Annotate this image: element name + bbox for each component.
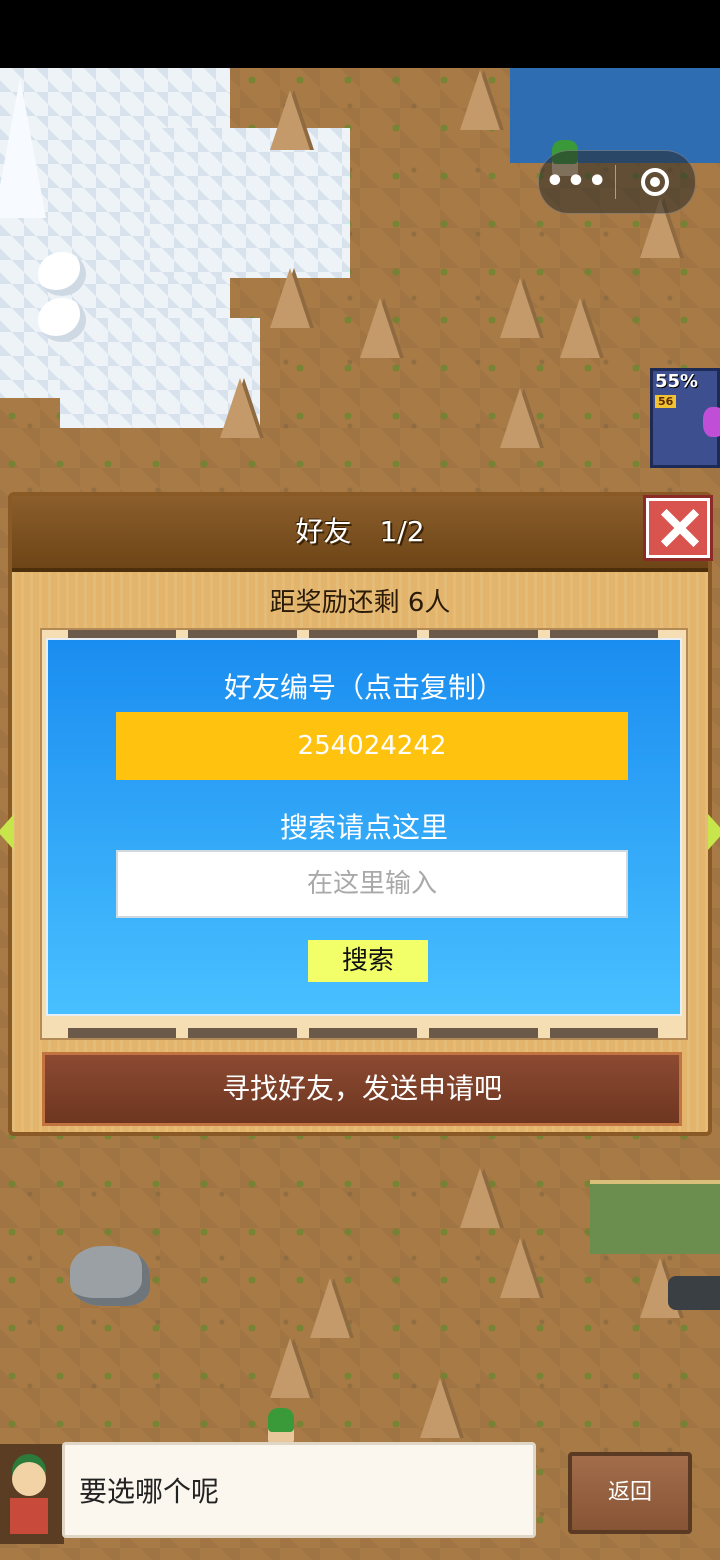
rock-spire (460, 70, 500, 130)
side-widget-percent: 55% (655, 371, 699, 392)
side-tab[interactable] (668, 1276, 720, 1310)
snow-field (150, 128, 350, 278)
prev-page-arrow-icon[interactable] (0, 814, 14, 850)
rock-spire (310, 1278, 350, 1338)
gem-icon (703, 407, 720, 437)
speech-bubble: 要选哪个呢 (62, 1442, 536, 1538)
explorer-sprite[interactable] (268, 1408, 294, 1444)
advisor-avatar (0, 1444, 64, 1544)
rock-spire (560, 298, 600, 358)
find-friends-button[interactable]: 寻找好友，发送申请吧 (42, 1052, 682, 1126)
sea-water (510, 68, 720, 163)
snow-bush (38, 252, 86, 296)
status-bar (0, 0, 720, 68)
reward-remaining-text: 距奖励还剩 6人 (269, 588, 451, 618)
close-mini-program-button[interactable] (616, 168, 694, 196)
friend-panel-frame: 好友编号（点击复制） 254024242 搜索请点这里 搜索 (40, 628, 688, 1040)
rock-spire (270, 90, 310, 150)
rock-spire (270, 1338, 310, 1398)
snow-bush (38, 298, 86, 342)
close-icon[interactable] (646, 498, 710, 558)
panel-rail-bottom (68, 1028, 659, 1038)
avatar-body (10, 1498, 48, 1534)
rock-spire (360, 298, 400, 358)
rock-spire (460, 1168, 500, 1228)
grey-boulder (70, 1246, 150, 1306)
friend-id-copy-button[interactable]: 254024242 (116, 712, 628, 780)
village-building[interactable] (590, 1180, 720, 1254)
rock-spire (500, 1238, 540, 1298)
rock-spire (270, 268, 310, 328)
search-input[interactable] (116, 850, 628, 918)
dialog-title: 好友 1/2 (295, 515, 425, 548)
back-button[interactable]: 返回 (568, 1452, 692, 1534)
target-circle-icon (641, 168, 669, 196)
rock-spire (500, 388, 540, 448)
snowy-pine-tree (0, 78, 46, 218)
search-button[interactable]: 搜索 (308, 940, 428, 982)
more-dots-icon[interactable]: ••• (539, 151, 615, 213)
friends-dialog: 好友 1/2 距奖励还剩 6人 好友编号（点击复制） 254024242 搜索请… (0, 492, 720, 1136)
rock-spire (420, 1378, 460, 1438)
avatar-head (12, 1462, 46, 1496)
speech-text: 要选哪个呢 (79, 1475, 220, 1508)
side-widget-level: 56 (655, 395, 677, 408)
mini-program-capsule: ••• (538, 150, 696, 214)
search-label: 搜索请点这里 (279, 811, 448, 844)
next-page-arrow-icon[interactable] (708, 814, 720, 850)
rock-spire (220, 378, 260, 438)
friend-search-panel: 好友编号（点击复制） 254024242 搜索请点这里 搜索 (46, 638, 682, 1016)
side-event-widget[interactable]: 55% 56 (650, 368, 720, 468)
friend-id-label: 好友编号（点击复制） (223, 671, 504, 704)
rock-spire (500, 278, 540, 338)
